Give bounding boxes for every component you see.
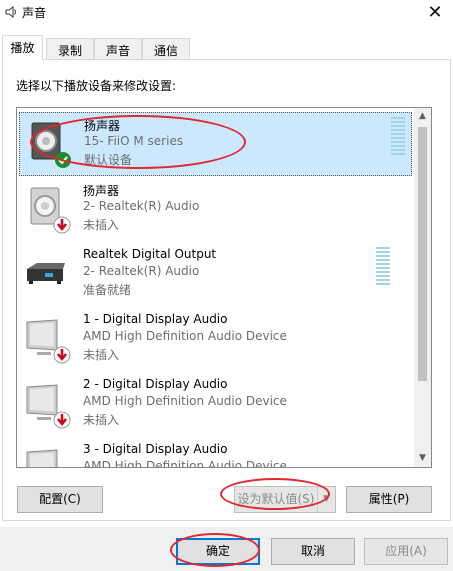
scroll-thumb[interactable]	[418, 127, 427, 381]
list-item-device[interactable]: 扬声器 15- FiiO M series 默认设备	[19, 112, 412, 176]
device-status: 未插入	[83, 348, 120, 362]
device-subtitle: AMD High Definition Audio Device	[83, 459, 287, 468]
device-subtitle: 2- Realtek(R) Audio	[83, 264, 200, 278]
instruction-text: 选择以下播放设备来修改设置:	[16, 79, 177, 93]
tab-recording[interactable]: 录制	[46, 38, 94, 60]
device-status: 未插入	[83, 218, 120, 232]
list-item-device[interactable]: 3 - Digital Display Audio AMD High Defin…	[19, 438, 412, 468]
tab-sounds[interactable]: 声音	[94, 38, 142, 60]
speaker-icon	[5, 6, 16, 18]
close-button[interactable]: ✕	[423, 2, 447, 24]
list-item-device[interactable]: 1 - Digital Display Audio AMD High Defin…	[19, 308, 412, 372]
scroll-down-arrow-icon[interactable]: ▼	[414, 450, 431, 467]
list-item-device[interactable]: Realtek Digital Output 2- Realtek(R) Aud…	[19, 243, 412, 307]
scroll-up-arrow-icon[interactable]: ▲	[414, 108, 431, 125]
window-title: 声音	[22, 6, 47, 20]
device-status: 准备就绪	[83, 283, 132, 297]
cancel-button[interactable]: 取消	[271, 538, 355, 565]
digital-output-icon	[27, 263, 65, 284]
ok-button[interactable]: 确定	[176, 538, 260, 565]
tab-communications[interactable]: 通信	[142, 38, 190, 60]
tab-playback[interactable]: 播放	[2, 35, 43, 60]
device-list[interactable]: 扬声器 15- FiiO M series 默认设备 扬声器 2- Realte…	[16, 107, 432, 468]
monitor-icon	[26, 449, 58, 467]
chevron-down-icon[interactable]: ▼	[317, 487, 335, 512]
list-item-device[interactable]: 扬声器 2- Realtek(R) Audio 未插入	[19, 178, 412, 242]
configure-button[interactable]: 配置(C)	[17, 486, 103, 513]
device-name: 2 - Digital Display Audio	[83, 377, 228, 391]
volume-meter	[391, 117, 405, 159]
apply-button[interactable]: 应用(A)	[364, 538, 448, 565]
unplugged-arrow-icon	[53, 346, 71, 364]
device-name: 扬声器	[83, 184, 120, 198]
unplugged-arrow-icon	[53, 411, 71, 429]
properties-button[interactable]: 属性(P)	[346, 486, 432, 513]
device-name: 扬声器	[84, 119, 121, 133]
list-item-device[interactable]: 2 - Digital Display Audio AMD High Defin…	[19, 373, 412, 437]
vertical-scrollbar[interactable]: ▲ ▼	[414, 108, 431, 467]
device-subtitle: 15- FiiO M series	[84, 134, 184, 148]
device-name: 3 - Digital Display Audio	[83, 442, 228, 456]
device-subtitle: AMD High Definition Audio Device	[83, 394, 287, 408]
device-status: 默认设备	[84, 153, 133, 167]
device-name: Realtek Digital Output	[83, 247, 217, 261]
title-bar: 声音 ✕	[0, 0, 453, 28]
volume-meter	[376, 247, 390, 289]
device-name: 1 - Digital Display Audio	[83, 312, 228, 326]
device-status: 未插入	[83, 413, 120, 427]
default-check-icon	[55, 152, 71, 168]
unplugged-arrow-icon	[53, 216, 71, 234]
device-subtitle: AMD High Definition Audio Device	[83, 329, 287, 343]
set-default-label: 设为默认值(S)	[237, 492, 315, 506]
set-default-button[interactable]: 设为默认值(S) ▼	[234, 486, 336, 513]
device-subtitle: 2- Realtek(R) Audio	[83, 199, 200, 213]
